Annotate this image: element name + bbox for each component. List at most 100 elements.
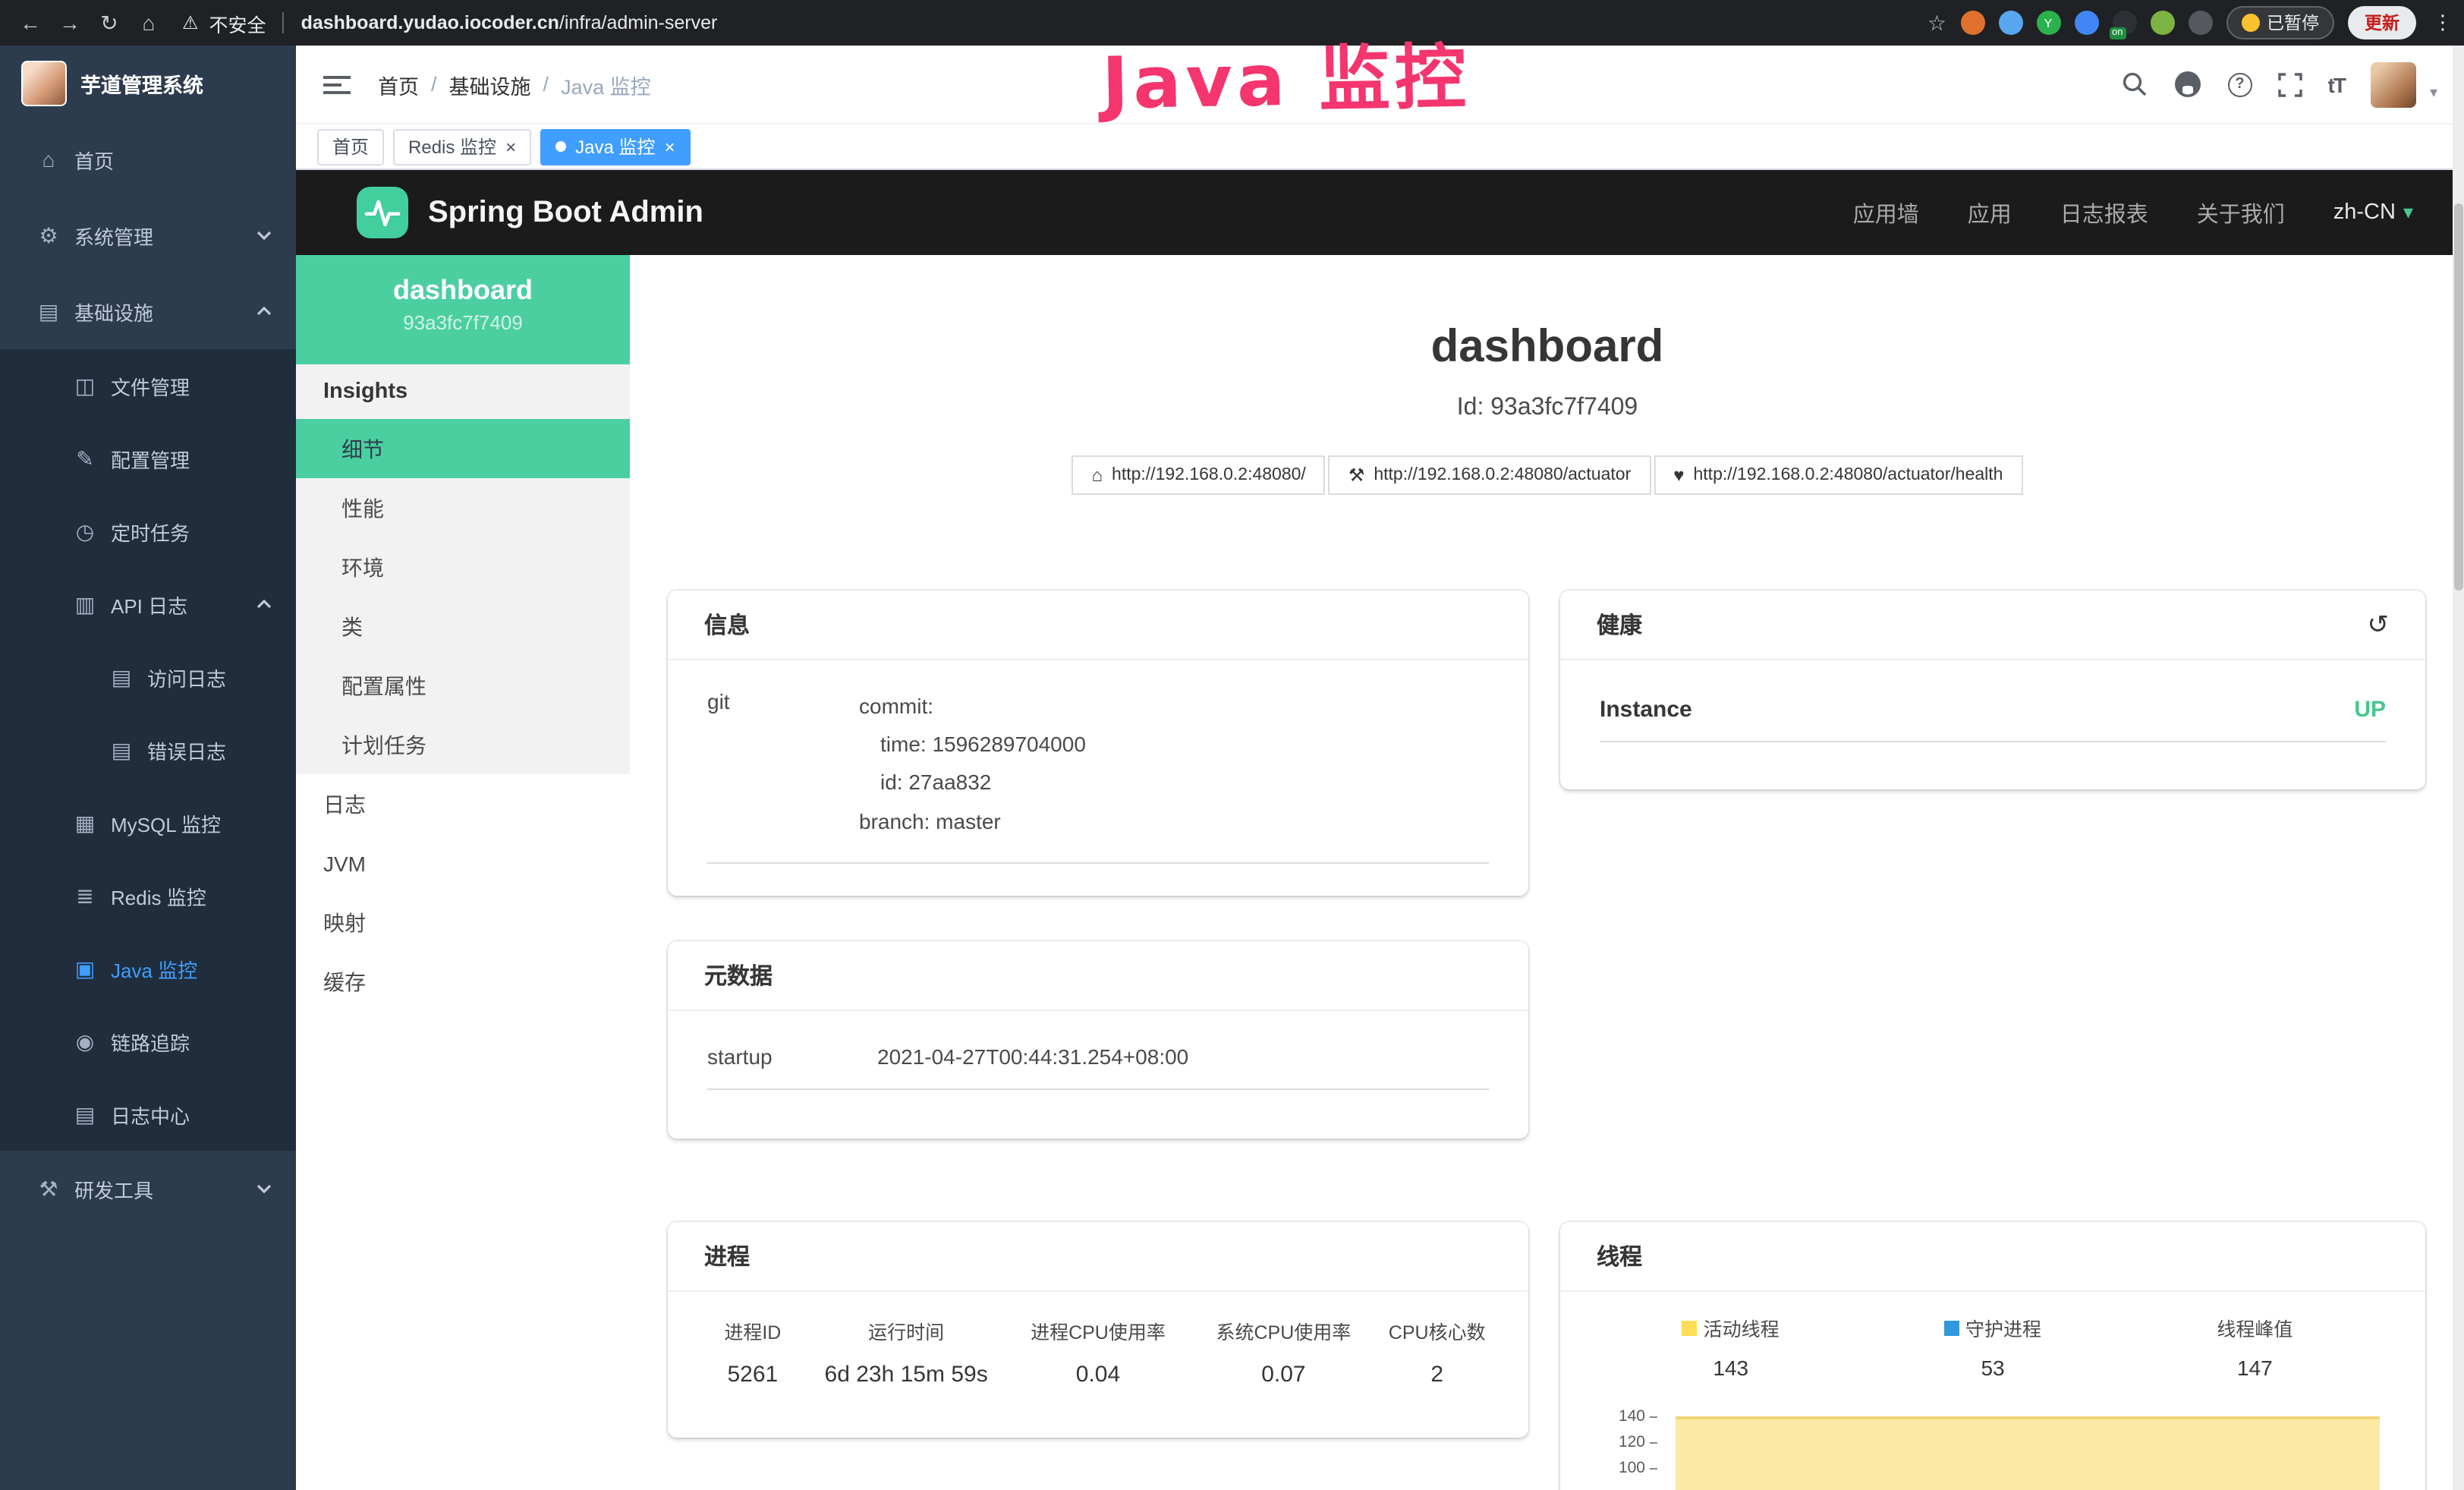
sba-nav-about[interactable]: 关于我们 — [2197, 197, 2285, 228]
sba-item-config-props[interactable]: 配置属性 — [296, 656, 630, 715]
tab-java-monitor[interactable]: Java 监控 × — [540, 128, 690, 165]
cell-value: 0.04 — [1002, 1362, 1194, 1388]
search-icon[interactable] — [2122, 71, 2148, 97]
sidebar-item-api-logs[interactable]: ▥ API 日志 — [0, 568, 296, 641]
instance-header[interactable]: dashboard 93a3fc7f7409 — [296, 255, 630, 364]
app-logo[interactable]: 芋道管理系统 — [0, 46, 296, 121]
log-icon: ▤ — [106, 737, 137, 763]
sidebar-item-system-mgmt[interactable]: ⚙ 系统管理 — [0, 197, 296, 273]
breadcrumb-separator: / — [543, 73, 549, 96]
url-path: /infra/admin-server — [559, 12, 717, 33]
locale-selector[interactable]: zh-CN ▾ — [2333, 200, 2413, 225]
sidebar-item-file-mgmt[interactable]: ◫ 文件管理 — [0, 349, 296, 422]
sidebar-item-redis-monitor[interactable]: ≣ Redis 监控 — [0, 859, 296, 932]
git-value: commit: time: 1596289704000 id: 27aa832 … — [859, 688, 1489, 841]
info-card-title: 信息 — [668, 591, 1528, 660]
screen: ← → ↻ ⌂ ⚠ 不安全 dashboard.yudao.iocoder.cn… — [0, 0, 2464, 1490]
sba-item-jvm[interactable]: JVM — [296, 833, 630, 893]
sba-nav-journal[interactable]: 日志报表 — [2060, 197, 2148, 228]
breadcrumb-infrastructure[interactable]: 基础设施 — [449, 69, 531, 99]
extension-icon-dark[interactable] — [2188, 11, 2212, 35]
sidebar-item-mysql-monitor[interactable]: ▦ MySQL 监控 — [0, 786, 296, 859]
sba-nav-items: 应用墙 应用 日志报表 关于我们 zh-CN ▾ — [1853, 197, 2413, 228]
chrome-menu-icon[interactable]: ⋮ — [2433, 11, 2453, 35]
home-icon[interactable]: ⌂ — [131, 6, 167, 39]
back-icon[interactable]: ← — [12, 6, 49, 39]
paused-badge[interactable]: 已暂停 — [2226, 6, 2334, 39]
page-header: 首页 / 基础设施 / Java 监控 ? — [296, 46, 2464, 124]
page-title: dashboard — [630, 322, 2464, 373]
extension-icon-switch[interactable]: on — [2112, 11, 2136, 35]
fullscreen-icon[interactable] — [2278, 72, 2302, 96]
bookmark-star-icon[interactable]: ☆ — [1927, 10, 1946, 36]
update-button[interactable]: 更新 — [2348, 6, 2416, 39]
tab-redis-monitor[interactable]: Redis 监控 × — [393, 128, 531, 165]
sidebar-item-error-logs[interactable]: ▤ 错误日志 — [0, 713, 296, 786]
url-text[interactable]: dashboard.yudao.iocoder.cn/infra/admin-s… — [301, 12, 718, 33]
sidebar-item-home[interactable]: ⌂ 首页 — [0, 121, 296, 197]
header-actions: ? tT ▾ — [2122, 61, 2438, 107]
sba-item-environment[interactable]: 环境 — [296, 537, 630, 597]
close-icon[interactable]: × — [664, 137, 675, 156]
forward-icon[interactable]: → — [52, 6, 88, 39]
legend-value: 143 — [1600, 1356, 1861, 1380]
column-header: 运行时间 — [810, 1316, 1002, 1345]
help-icon[interactable]: ? — [2228, 72, 2252, 96]
sba-brand[interactable]: Spring Boot Admin — [428, 195, 703, 230]
extension-icon-leaf[interactable] — [2150, 11, 2174, 35]
service-url-chip[interactable]: ⌂ http://192.168.0.2:48080/ — [1072, 455, 1326, 495]
sidebar-item-infrastructure[interactable]: ▤ 基础设施 — [0, 273, 296, 349]
sidebar-item-java-monitor[interactable]: ▣ Java 监控 — [0, 932, 296, 1005]
sidebar-item-log-center[interactable]: ▤ 日志中心 — [0, 1078, 296, 1151]
chevron-up-icon — [256, 305, 272, 317]
actuator-url-chip[interactable]: ⚒ http://192.168.0.2:48080/actuator — [1329, 455, 1651, 495]
chrome-toolbar: ☆ Y on 已暂停 更新 ⋮ — [1927, 6, 2453, 39]
sba-item-metrics[interactable]: 性能 — [296, 478, 630, 537]
extension-icon-y[interactable]: Y — [2036, 11, 2060, 35]
health-card-title: 健康 — [1597, 609, 1642, 641]
security-label[interactable]: 不安全 — [209, 8, 266, 37]
sba-item-scheduled-tasks[interactable]: 计划任务 — [296, 715, 630, 774]
log-icon: ▥ — [70, 591, 100, 617]
clock-icon: ◷ — [70, 518, 100, 544]
extension-icon-fox[interactable] — [1960, 11, 1984, 35]
sidebar-item-access-logs[interactable]: ▤ 访问日志 — [0, 641, 296, 713]
history-icon[interactable]: ↺ — [2368, 610, 2390, 640]
on-badge: on — [2109, 27, 2126, 39]
github-icon[interactable] — [2173, 70, 2202, 99]
cell-value: 5261 — [695, 1362, 810, 1388]
sba-item-caches[interactable]: 缓存 — [296, 952, 630, 1011]
address-bar[interactable]: ⚠ 不安全 dashboard.yudao.iocoder.cn/infra/a… — [182, 8, 1924, 37]
sidebar-item-dev-tools[interactable]: ⚒ 研发工具 — [0, 1151, 296, 1227]
instance-name: dashboard — [296, 275, 630, 307]
breadcrumb-home[interactable]: 首页 — [378, 69, 419, 99]
sba-logo-icon[interactable] — [357, 187, 408, 238]
insights-group-label: Insights — [296, 364, 630, 419]
legend-peak-threads: 线程峰值 147 — [2124, 1313, 2386, 1380]
tab-home[interactable]: 首页 — [317, 128, 384, 165]
sidebar-item-config-mgmt[interactable]: ✎ 配置管理 — [0, 422, 296, 495]
sidebar-item-tracing[interactable]: ◉ 链路追踪 — [0, 1005, 296, 1078]
sidebar-item-scheduled-tasks[interactable]: ◷ 定时任务 — [0, 495, 296, 568]
sba-item-classes[interactable]: 类 — [296, 597, 630, 656]
extension-icon-drop[interactable] — [1998, 11, 2022, 35]
column-header: 系统CPU使用率 — [1194, 1316, 1373, 1345]
health-url-chip[interactable]: ♥ http://192.168.0.2:48080/actuator/heal… — [1654, 455, 2022, 495]
infrastructure-submenu: ◫ 文件管理 ✎ 配置管理 ◷ 定时任务 ▥ API 日志 — [0, 349, 296, 1151]
sba-nav-applications[interactable]: 应用 — [1968, 197, 2012, 228]
scrollbar-thumb[interactable] — [2454, 203, 2463, 591]
smiley-icon — [2241, 14, 2259, 32]
browser-scrollbar[interactable] — [2453, 46, 2464, 1490]
user-avatar[interactable] — [2371, 61, 2416, 107]
hamburger-icon[interactable] — [323, 74, 351, 95]
sba-item-logs[interactable]: 日志 — [296, 774, 630, 833]
font-size-icon[interactable]: tT — [2328, 72, 2345, 96]
sba-item-details[interactable]: 细节 — [296, 419, 630, 478]
reload-icon[interactable]: ↻ — [91, 6, 127, 39]
close-icon[interactable]: × — [505, 137, 516, 156]
sba-nav-wallboard[interactable]: 应用墙 — [1853, 197, 1919, 228]
eye-icon: ◉ — [70, 1029, 100, 1054]
y-axis-tick: 140 — [1600, 1407, 1657, 1425]
sba-item-mappings[interactable]: 映射 — [296, 893, 630, 952]
extension-icon-grid[interactable] — [2074, 11, 2098, 35]
